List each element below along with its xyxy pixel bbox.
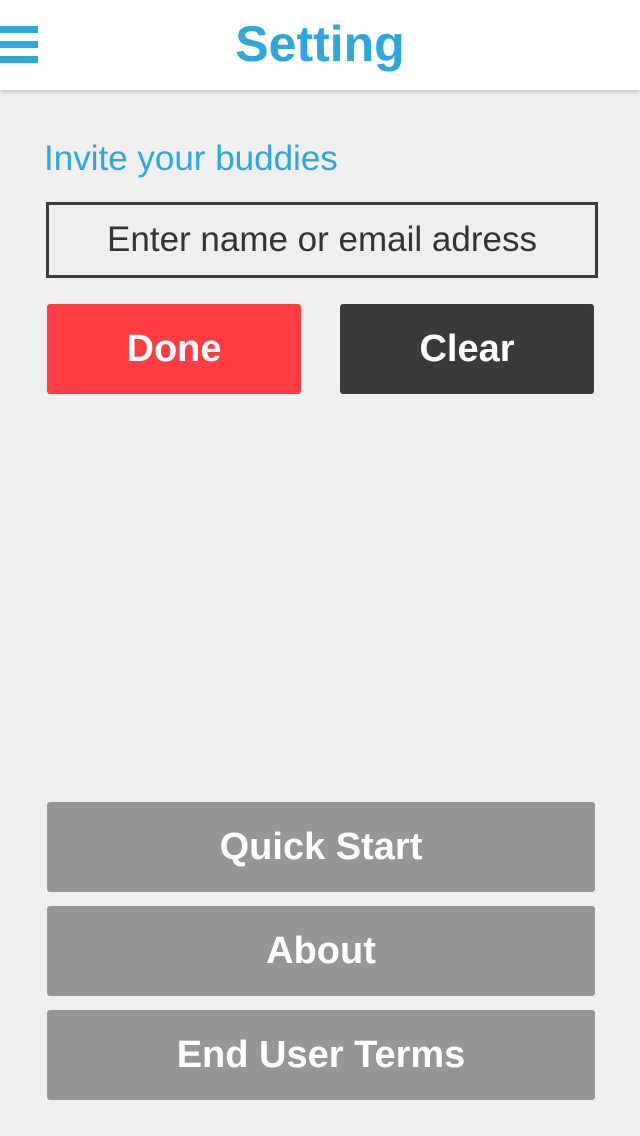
about-button[interactable]: About — [47, 906, 595, 996]
end-user-terms-button[interactable]: End User Terms — [47, 1010, 595, 1100]
done-button[interactable]: Done — [47, 304, 301, 394]
invite-name-or-email-input[interactable] — [46, 202, 598, 278]
quick-start-button[interactable]: Quick Start — [47, 802, 595, 892]
page-title: Setting — [235, 16, 405, 72]
clear-button[interactable]: Clear — [340, 304, 594, 394]
top-navigation-bar: Setting — [0, 0, 640, 90]
invite-section-label: Invite your buddies — [44, 139, 338, 178]
